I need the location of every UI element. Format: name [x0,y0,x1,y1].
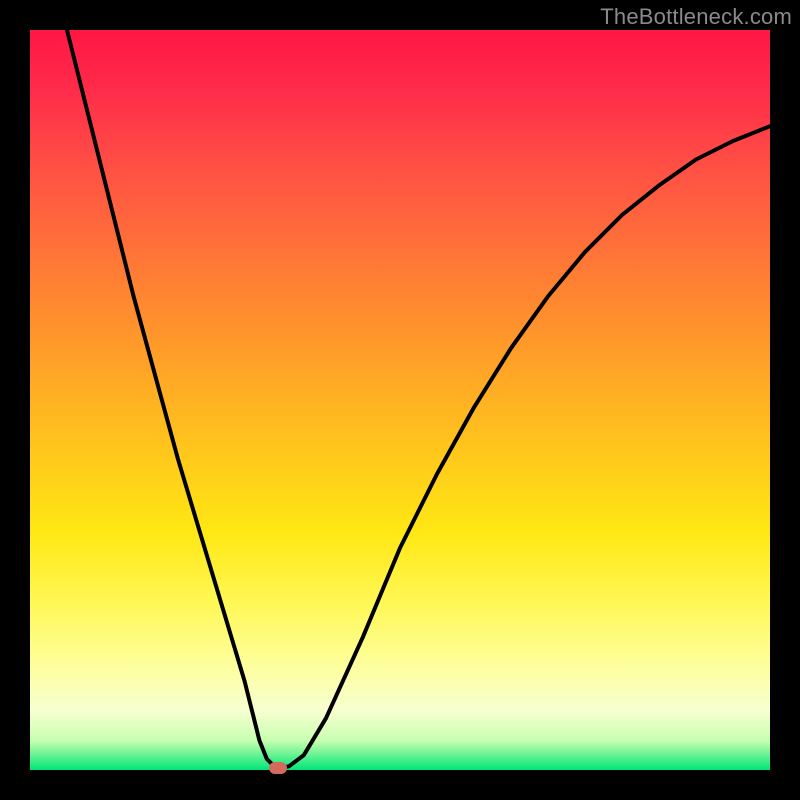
optimal-point-marker [269,762,287,774]
plot-area [30,30,770,770]
chart-frame: TheBottleneck.com [0,0,800,800]
watermark: TheBottleneck.com [600,4,792,30]
